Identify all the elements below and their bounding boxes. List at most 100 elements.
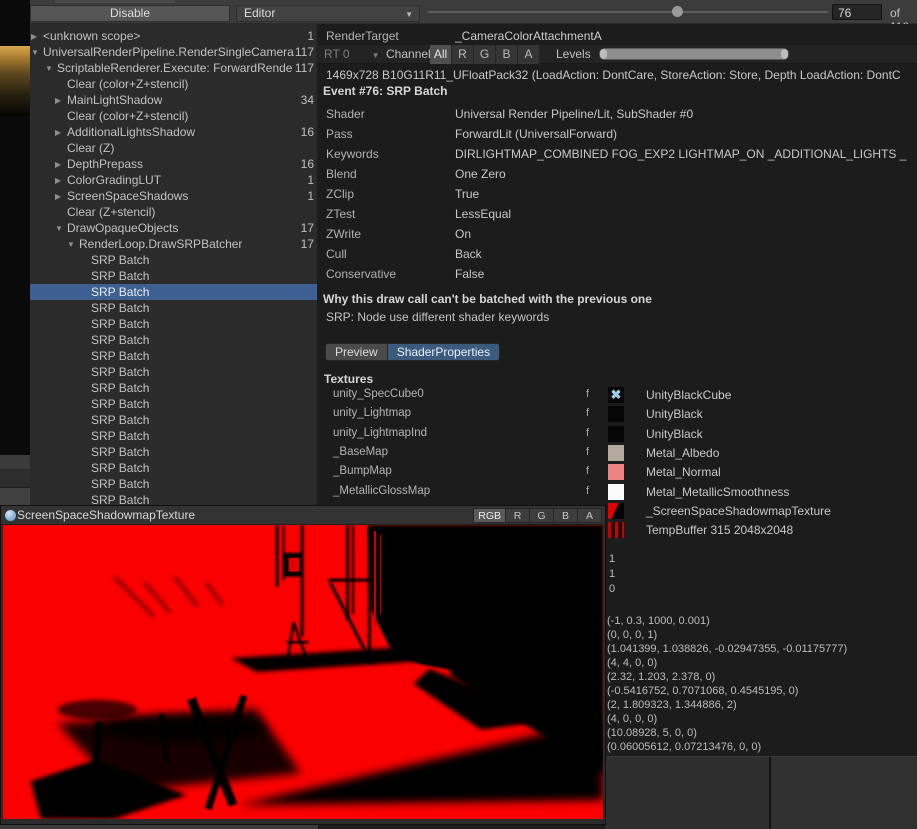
- preview-channel-button-rgb[interactable]: RGB: [473, 508, 506, 523]
- tree-item-label: SRP Batch: [91, 412, 149, 428]
- frame-slider[interactable]: [428, 0, 828, 24]
- tab-shaderproperties[interactable]: ShaderProperties: [388, 343, 500, 361]
- tree-item-srp-batch[interactable]: SRP Batch: [30, 332, 317, 348]
- chevron-down-icon: ▼: [372, 51, 380, 60]
- shader-state-label: Blend: [326, 164, 357, 184]
- texture-row[interactable]: unity_SpecCube0f✖UnityBlackCube: [318, 386, 917, 405]
- shadowmap-render: [3, 525, 603, 819]
- texture-preview-window[interactable]: ScreenSpaceShadowmapTexture RGBRGBA: [0, 505, 606, 825]
- foldout-collapsed-icon[interactable]: ▶: [55, 156, 67, 172]
- disable-button[interactable]: Disable: [30, 5, 230, 22]
- channel-button-g[interactable]: G: [474, 45, 496, 64]
- tree-item-count: 17: [301, 220, 317, 236]
- tree-item[interactable]: ▶ColorGradingLUT 1: [30, 172, 317, 188]
- foldout-collapsed-icon[interactable]: ▶: [31, 28, 43, 44]
- tree-item[interactable]: ▼RenderLoop.DrawSRPBatcher17: [30, 236, 317, 252]
- tree-item-srp-batch[interactable]: SRP Batch: [30, 300, 317, 316]
- tree-item-srp-batch[interactable]: SRP Batch: [30, 284, 317, 300]
- tree-item-label: ColorGradingLUT: [67, 172, 161, 188]
- texture-row[interactable]: _MetallicGlossMapfMetal_MetallicSmoothne…: [318, 483, 917, 502]
- tree-item[interactable]: ▶ScreenSpaceShadows1: [30, 188, 317, 204]
- tree-item-count: 1: [307, 172, 317, 188]
- tree-item-srp-batch[interactable]: SRP Batch: [30, 412, 317, 428]
- tree-item-srp-batch[interactable]: SRP Batch: [30, 492, 317, 506]
- tree-item-srp-batch[interactable]: SRP Batch: [30, 444, 317, 460]
- levels-min-handle[interactable]: [600, 49, 607, 59]
- frame-slider-handle[interactable]: [672, 6, 683, 17]
- channel-button-r[interactable]: R: [452, 45, 474, 64]
- preview-channel-button-a[interactable]: A: [578, 508, 602, 523]
- texture-thumbnail-black: [608, 406, 624, 422]
- tree-item-count: [314, 300, 317, 316]
- tree-item-srp-batch[interactable]: SRP Batch: [30, 460, 317, 476]
- foldout-expanded-icon[interactable]: ▼: [31, 44, 43, 60]
- tree-item-count: [314, 364, 317, 380]
- tree-item[interactable]: Clear (color+Z+stencil): [30, 108, 317, 124]
- target-dropdown[interactable]: Editor ▼: [236, 5, 420, 22]
- preview-channel-button-g[interactable]: G: [530, 508, 554, 523]
- tree-item-label: SRP Batch: [91, 252, 149, 268]
- tree-item-label: SRP Batch: [91, 476, 149, 492]
- foldout-spacer: [55, 140, 67, 156]
- foldout-spacer: [79, 396, 91, 412]
- preview-channel-button-r[interactable]: R: [506, 508, 530, 523]
- tree-item[interactable]: ▶AdditionalLightsShadow16: [30, 124, 317, 140]
- event-tree: ▶<unknown scope>1▼UniversalRenderPipelin…: [30, 28, 317, 506]
- tree-item-srp-batch[interactable]: SRP Batch: [30, 252, 317, 268]
- tree-item[interactable]: ▼DrawOpaqueObjects17: [30, 220, 317, 236]
- tree-item-count: 16: [301, 124, 317, 140]
- tree-item-count: [314, 428, 317, 444]
- tree-item[interactable]: Clear (Z): [30, 140, 317, 156]
- tree-item[interactable]: ▼ScriptableRenderer.Execute: ForwardRend…: [30, 60, 317, 76]
- foldout-expanded-icon[interactable]: ▼: [45, 60, 57, 76]
- tree-item[interactable]: Clear (Z+stencil): [30, 204, 317, 220]
- texture-name: UnityBlackCube: [646, 388, 731, 402]
- foldout-spacer: [79, 364, 91, 380]
- tree-item-srp-batch[interactable]: SRP Batch: [30, 348, 317, 364]
- tree-item-srp-batch[interactable]: SRP Batch: [30, 396, 317, 412]
- tree-item[interactable]: Clear (color+Z+stencil): [30, 76, 317, 92]
- texture-row[interactable]: _BumpMapfMetal_Normal: [318, 463, 917, 482]
- tree-item-srp-batch[interactable]: SRP Batch: [30, 380, 317, 396]
- tree-item-label: SRP Batch: [91, 300, 149, 316]
- foldout-collapsed-icon[interactable]: ▶: [55, 188, 67, 204]
- texture-row[interactable]: unity_LightmapIndfUnityBlack: [318, 425, 917, 444]
- tab-preview[interactable]: Preview: [325, 343, 388, 361]
- tree-item[interactable]: ▼UniversalRenderPipeline.RenderSingleCam…: [30, 44, 317, 60]
- rt-index-dropdown[interactable]: RT 0▼: [324, 47, 380, 61]
- shader-state-label: ZClip: [326, 184, 354, 204]
- channel-button-b[interactable]: B: [496, 45, 518, 64]
- texture-thumbnail-black: [608, 426, 624, 442]
- frame-slider-track[interactable]: [428, 11, 828, 13]
- tree-item[interactable]: ▶DepthPrepass16: [30, 156, 317, 172]
- channel-button-a[interactable]: A: [518, 45, 540, 64]
- levels-slider[interactable]: [599, 48, 789, 60]
- tree-item-label: RenderLoop.DrawSRPBatcher: [79, 236, 242, 252]
- tree-item-srp-batch[interactable]: SRP Batch: [30, 476, 317, 492]
- tree-item[interactable]: ▶<unknown scope>1: [30, 28, 317, 44]
- levels-max-handle[interactable]: [781, 49, 788, 59]
- tree-item-count: [314, 396, 317, 412]
- frame-debugger-window: Disable Editor ▼ 76 of 118 ▶<unknown sco…: [0, 0, 917, 829]
- tree-item-srp-batch[interactable]: SRP Batch: [30, 268, 317, 284]
- tree-item[interactable]: ▶MainLightShadow34: [30, 92, 317, 108]
- texture-name: TempBuffer 315 2048x2048: [646, 523, 793, 537]
- tree-item-count: 1: [307, 28, 317, 44]
- float-value: 1: [609, 552, 615, 567]
- foldout-expanded-icon[interactable]: ▼: [67, 236, 79, 252]
- foldout-spacer: [79, 348, 91, 364]
- channel-button-all[interactable]: All: [430, 45, 452, 64]
- foldout-collapsed-icon[interactable]: ▶: [55, 124, 67, 140]
- tree-item-srp-batch[interactable]: SRP Batch: [30, 428, 317, 444]
- foldout-collapsed-icon[interactable]: ▶: [55, 92, 67, 108]
- tree-item-srp-batch[interactable]: SRP Batch: [30, 316, 317, 332]
- texture-row[interactable]: _BaseMapfMetal_Albedo: [318, 444, 917, 463]
- frame-number-input[interactable]: 76: [832, 4, 882, 20]
- tree-item-srp-batch[interactable]: SRP Batch: [30, 364, 317, 380]
- preview-titlebar[interactable]: ScreenSpaceShadowmapTexture RGBRGBA: [1, 506, 605, 525]
- foldout-expanded-icon[interactable]: ▼: [55, 220, 67, 236]
- event-title: Event #76: SRP Batch: [323, 84, 448, 98]
- texture-row[interactable]: unity_LightmapfUnityBlack: [318, 405, 917, 424]
- preview-channel-button-b[interactable]: B: [554, 508, 578, 523]
- foldout-collapsed-icon[interactable]: ▶: [55, 172, 67, 188]
